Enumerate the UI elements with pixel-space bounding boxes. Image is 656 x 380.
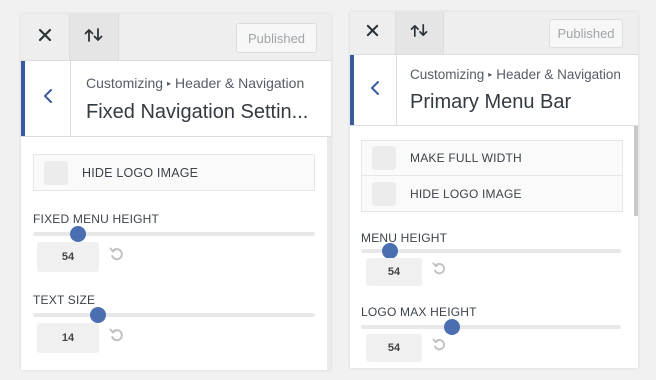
text-size-slider[interactable] bbox=[33, 307, 315, 323]
undo-icon bbox=[109, 246, 125, 267]
hide-logo-label: HIDE LOGO IMAGE bbox=[82, 165, 199, 180]
section-header: Customizing ▸ Header & Navigation Primary … bbox=[350, 55, 638, 126]
make-full-width-label: MAKE FULL WIDTH bbox=[410, 151, 522, 165]
chevron-left-icon bbox=[43, 88, 53, 109]
breadcrumb-item: Customizing bbox=[86, 75, 164, 91]
hide-logo-label: HIDE LOGO IMAGE bbox=[410, 186, 522, 201]
sort-arrows-icon bbox=[410, 23, 429, 43]
scrollbar[interactable] bbox=[327, 137, 331, 370]
breadcrumb-item: Header & Navigation bbox=[496, 67, 621, 82]
logo-max-height-label: LOGO MAX HEIGHT bbox=[361, 305, 477, 319]
back-button[interactable] bbox=[21, 61, 71, 136]
breadcrumb: Customizing ▸ Header & Navigation bbox=[410, 67, 621, 82]
customizer-toolbar: Published bbox=[350, 12, 638, 55]
reset-button[interactable] bbox=[108, 328, 126, 346]
menu-height-input[interactable]: 54 bbox=[366, 258, 422, 286]
slider-handle[interactable] bbox=[444, 319, 460, 335]
hide-logo-toggle[interactable]: HIDE LOGO IMAGE bbox=[33, 154, 315, 191]
slider-handle[interactable] bbox=[89, 307, 106, 323]
reorder-button[interactable] bbox=[70, 14, 119, 60]
breadcrumb-separator-icon: ▸ bbox=[488, 70, 493, 79]
section-header: Customizing ▸ Header & Navigation Fixed Na… bbox=[21, 61, 331, 137]
customizer-panel-fixed-navigation: Published Customizing ▸ Header & Navigatio… bbox=[21, 14, 331, 370]
close-icon bbox=[366, 24, 379, 42]
chevron-left-icon bbox=[370, 80, 380, 101]
published-button[interactable]: Published bbox=[236, 23, 317, 53]
breadcrumb-separator-icon: ▸ bbox=[167, 79, 172, 88]
fixed-menu-height-input[interactable]: 54 bbox=[37, 242, 99, 272]
reorder-button[interactable] bbox=[396, 12, 444, 54]
checkbox[interactable] bbox=[372, 181, 396, 206]
menu-height-slider[interactable] bbox=[361, 243, 621, 259]
text-size-input[interactable]: 14 bbox=[37, 323, 99, 353]
checkbox[interactable] bbox=[44, 160, 68, 185]
close-icon bbox=[38, 28, 52, 47]
slider-handle[interactable] bbox=[70, 226, 87, 242]
logo-max-height-input[interactable]: 54 bbox=[366, 334, 422, 362]
breadcrumb: Customizing ▸ Header & Navigation bbox=[86, 75, 304, 91]
menu-height-label: MENU HEIGHT bbox=[361, 231, 448, 245]
section-title: Fixed Navigation Settin... bbox=[86, 101, 309, 123]
undo-icon bbox=[109, 327, 125, 348]
logo-max-height-slider[interactable] bbox=[361, 319, 621, 335]
checkbox[interactable] bbox=[372, 146, 396, 170]
close-button[interactable] bbox=[21, 14, 70, 60]
undo-icon bbox=[431, 337, 447, 357]
published-button[interactable]: Published bbox=[549, 19, 623, 48]
fixed-menu-height-slider[interactable] bbox=[33, 226, 315, 242]
make-full-width-toggle[interactable]: MAKE FULL WIDTH bbox=[361, 140, 623, 176]
hide-logo-toggle[interactable]: HIDE LOGO IMAGE bbox=[361, 176, 623, 212]
customizer-toolbar: Published bbox=[21, 14, 331, 61]
slider-handle[interactable] bbox=[381, 243, 398, 259]
close-button[interactable] bbox=[350, 12, 396, 54]
scrollbar[interactable] bbox=[634, 126, 638, 216]
reset-button[interactable] bbox=[430, 338, 448, 356]
back-button[interactable] bbox=[350, 55, 397, 125]
reset-button[interactable] bbox=[108, 247, 126, 265]
breadcrumb-item: Header & Navigation bbox=[175, 75, 305, 91]
fixed-menu-height-label: FIXED MENU HEIGHT bbox=[33, 212, 160, 226]
undo-icon bbox=[431, 261, 447, 281]
customizer-panel-primary-menu-bar: Published Customizing ▸ Header & Navigatio… bbox=[350, 12, 638, 368]
sort-arrows-icon bbox=[84, 27, 104, 48]
reset-button[interactable] bbox=[430, 262, 448, 280]
breadcrumb-item: Customizing bbox=[410, 67, 485, 82]
text-size-label: TEXT SIZE bbox=[33, 293, 96, 307]
section-title: Primary Menu Bar bbox=[410, 91, 572, 113]
